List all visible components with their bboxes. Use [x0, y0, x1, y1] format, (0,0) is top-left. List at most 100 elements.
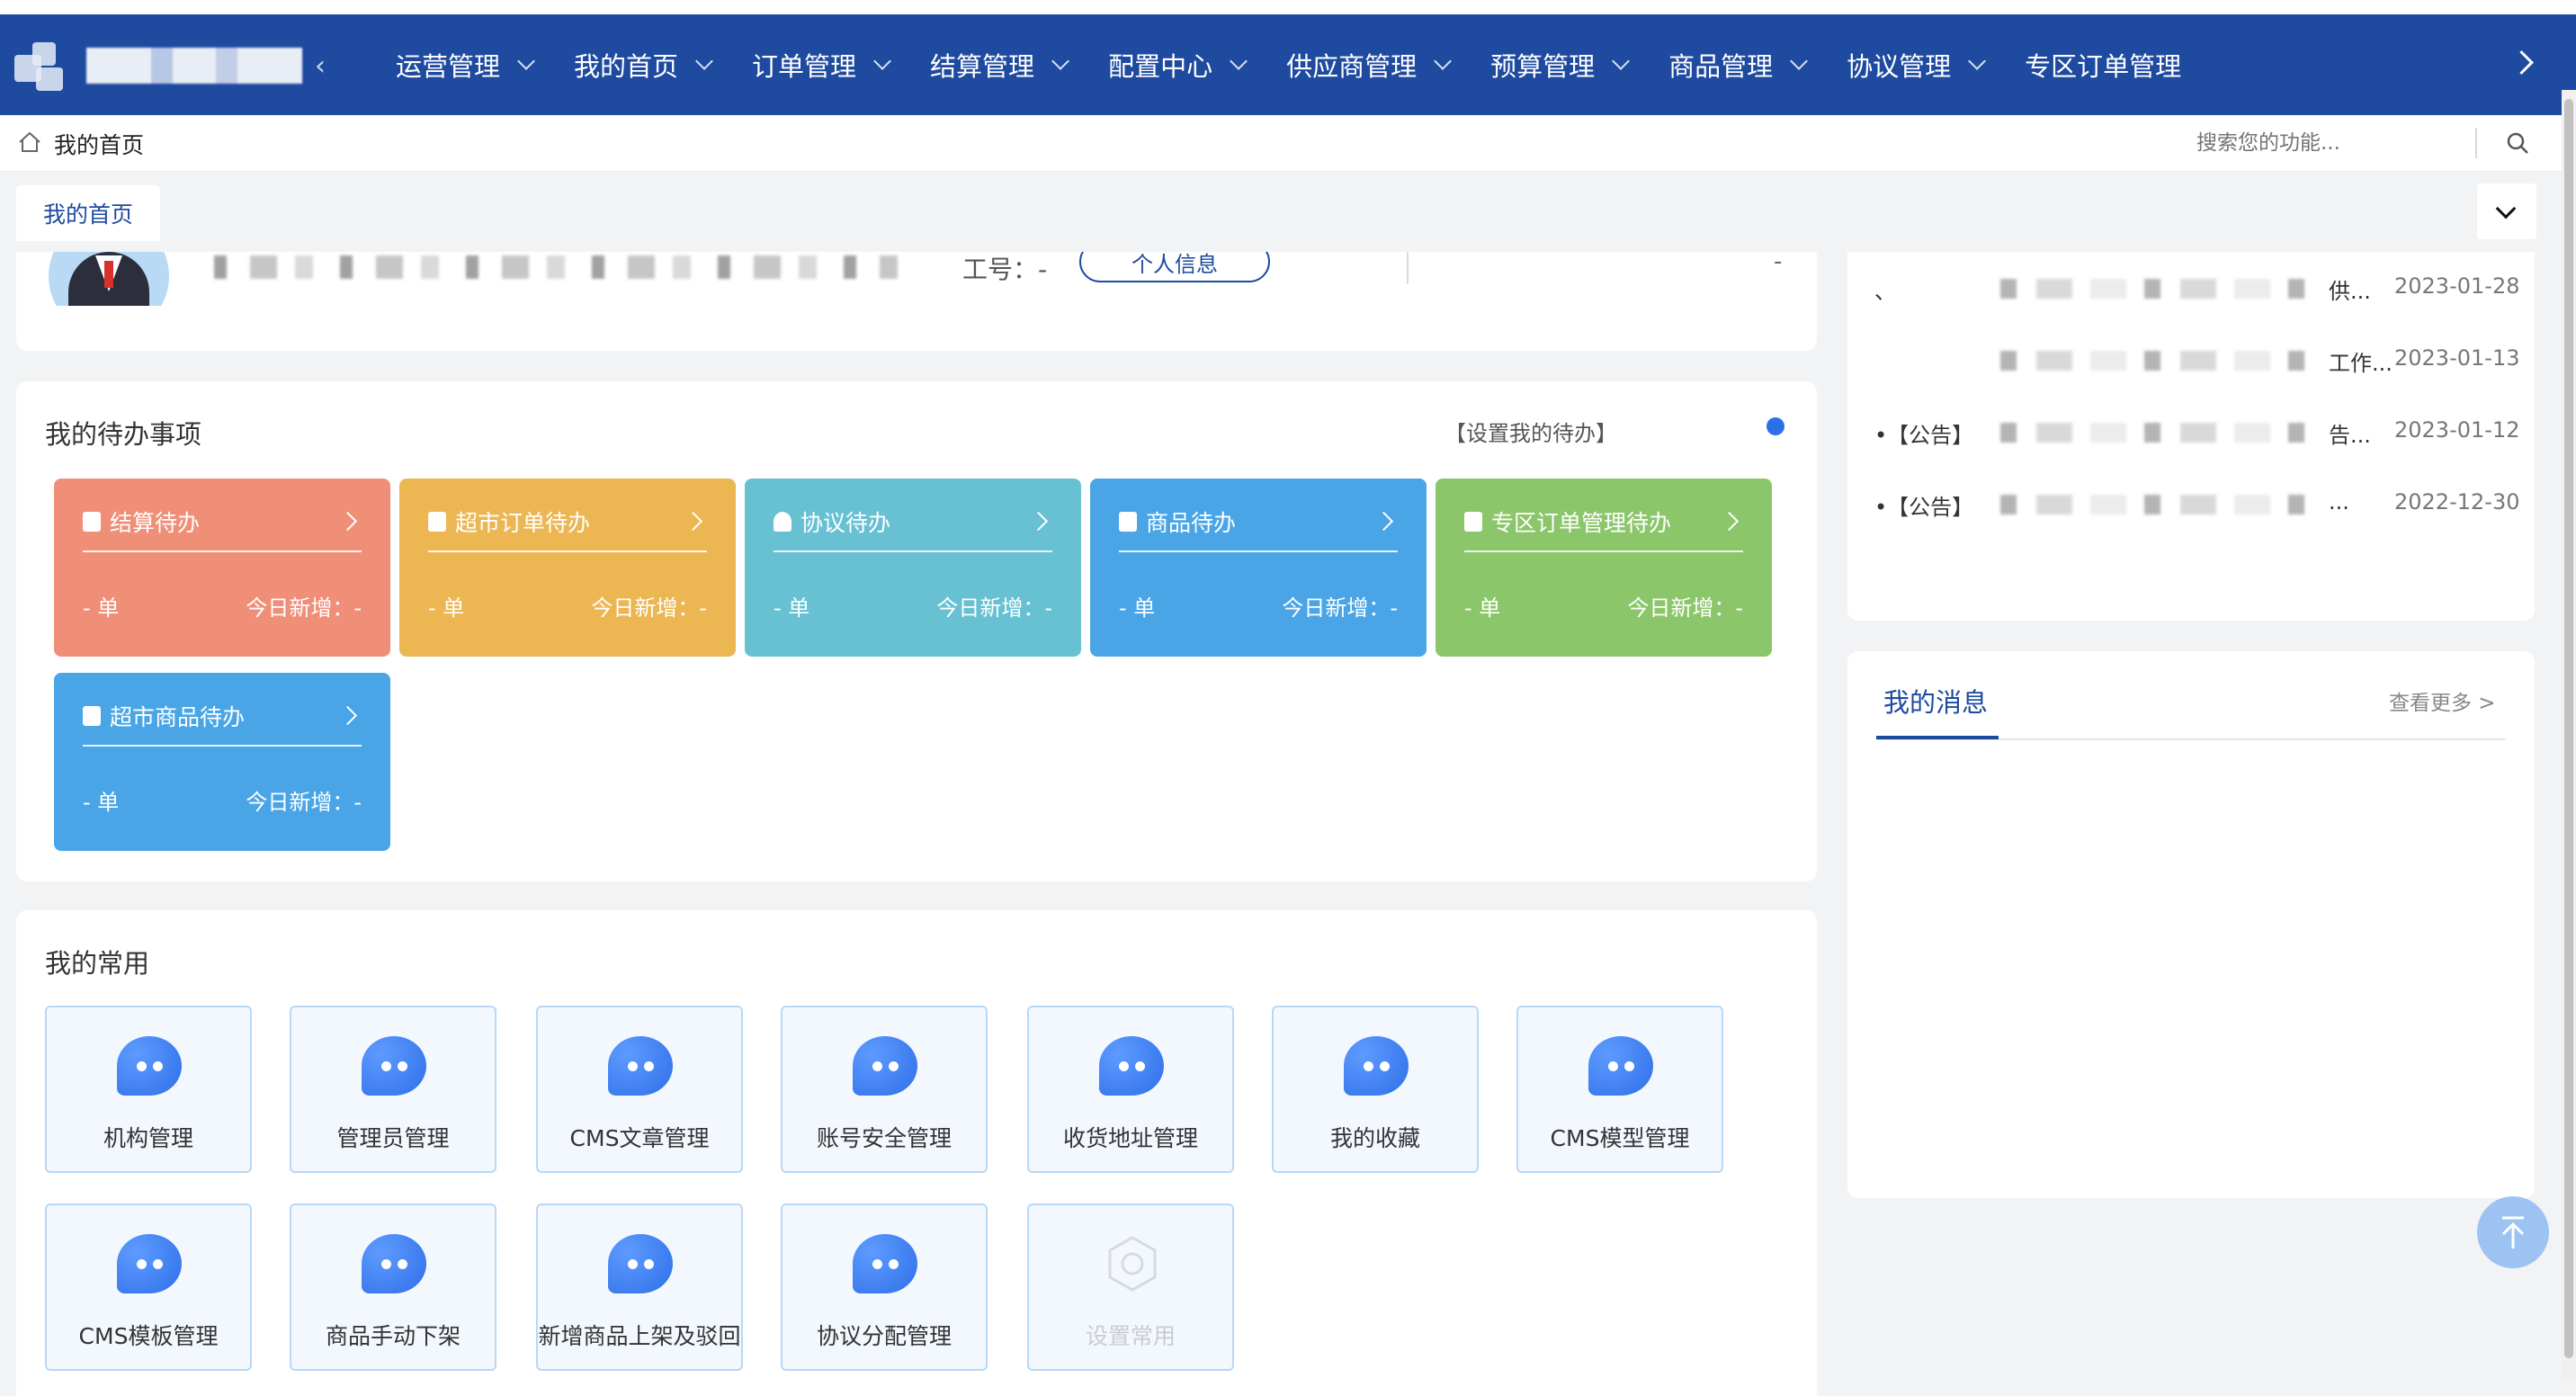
shortcut-label: 设置常用 — [1085, 1323, 1176, 1349]
breadcrumb-bar: 我的首页 — [0, 115, 2562, 172]
chat-bubble-icon — [362, 1234, 426, 1293]
home-icon[interactable] — [18, 131, 41, 153]
document-icon — [1119, 512, 1137, 532]
clipboard-icon — [83, 706, 101, 726]
tile-label: 协议待办 — [801, 510, 891, 536]
main-nav: 运营管理 我的首页 订单管理 结算管理 配置中心 供应商管理 预算管理 商品管理… — [396, 14, 2223, 115]
nav-item-home[interactable]: 我的首页 — [574, 46, 713, 84]
chat-bubble-icon — [362, 1036, 426, 1096]
chevron-right-icon — [1719, 511, 1740, 532]
nav-item-budget[interactable]: 预算管理 — [1490, 46, 1631, 84]
common-functions-card: 我的常用 机构管理 管理员管理 CMS文章管理 账号安全管理 收货地址管理 我的… — [16, 910, 1817, 1396]
shortcut-label: 账号安全管理 — [816, 1125, 952, 1151]
shortcut-label: 管理员管理 — [336, 1125, 450, 1151]
tile-count: - 单 — [428, 595, 465, 621]
function-search-input[interactable] — [2195, 124, 2468, 162]
chat-bubble-icon — [1588, 1036, 1653, 1096]
chevron-right-icon — [337, 511, 358, 532]
shortcut-cms-templates[interactable]: CMS模板管理 — [45, 1204, 252, 1371]
scrollbar-thumb[interactable] — [2564, 99, 2573, 1358]
tile-count: - 单 — [1119, 595, 1156, 621]
todo-tile-market-products[interactable]: 超市商品待办 - 单 今日新增：- — [54, 673, 390, 851]
todo-title: 我的待办事项 — [45, 419, 202, 450]
profile-card: 工号：- 个人信息 - — [16, 252, 1817, 351]
todo-tile-agreements[interactable]: 协议待办 - 单 今日新增：- — [745, 479, 1081, 657]
set-shortcuts-button[interactable]: 设置常用 — [1027, 1204, 1234, 1371]
tab-dropdown-button[interactable] — [2477, 183, 2536, 239]
shortcut-shipping-address[interactable]: 收货地址管理 — [1027, 1006, 1234, 1173]
tile-new-today: 今日新增：- — [246, 595, 362, 621]
view-more-link[interactable]: 查看更多 > — [2389, 685, 2496, 716]
nav-item-operations[interactable]: 运营管理 — [396, 46, 535, 84]
notice-item[interactable]: 、 供... 2023-01-28 — [1874, 273, 2522, 309]
shortcut-label: 协议分配管理 — [816, 1323, 952, 1349]
chevron-right-icon — [337, 705, 358, 726]
logo-mark — [13, 37, 70, 94]
tile-count: - 单 — [774, 595, 810, 621]
shortcut-label: 我的收藏 — [1329, 1125, 1420, 1151]
tile-count: - 单 — [83, 790, 120, 815]
set-todo-link[interactable]: 【设置我的待办】 — [1445, 416, 1617, 447]
nav-item-zone-orders[interactable]: 专区订单管理 — [2025, 46, 2181, 84]
chat-bubble-icon — [1099, 1036, 1164, 1096]
notice-item[interactable]: 工作... 2023-01-13 — [1874, 345, 2522, 381]
tab-my-messages[interactable]: 我的消息 — [1883, 682, 1988, 720]
notice-date: 2023-01-28 — [2394, 273, 2520, 299]
nav-item-agreements[interactable]: 协议管理 — [1847, 46, 1987, 84]
shortcut-admin-management[interactable]: 管理员管理 — [290, 1006, 496, 1173]
shortcut-org-management[interactable]: 机构管理 — [45, 1006, 252, 1173]
todo-tile-products[interactable]: 商品待办 - 单 今日新增：- — [1090, 479, 1427, 657]
chat-bubble-icon — [117, 1234, 182, 1293]
shortcut-new-product-listing[interactable]: 新增商品上架及驳回 — [536, 1204, 743, 1371]
shortcut-label: 商品手动下架 — [325, 1323, 461, 1349]
shortcut-account-security[interactable]: 账号安全管理 — [781, 1006, 988, 1173]
shortcut-label: 收货地址管理 — [1062, 1125, 1198, 1151]
tile-label: 超市商品待办 — [110, 704, 246, 730]
shortcut-favorites[interactable]: 我的收藏 — [1272, 1006, 1479, 1173]
chevron-down-icon — [695, 52, 713, 70]
common-title: 我的常用 — [45, 948, 150, 979]
scrollbar[interactable] — [2562, 90, 2576, 1378]
shortcut-cms-articles[interactable]: CMS文章管理 — [536, 1006, 743, 1173]
notice-blurred-text — [2000, 351, 2324, 371]
search-icon[interactable] — [2506, 131, 2529, 155]
notice-item[interactable]: •【公告】 ... 2022-12-30 — [1874, 489, 2522, 525]
nav-item-orders[interactable]: 订单管理 — [752, 46, 891, 84]
chevron-right-icon — [1373, 511, 1394, 532]
coins-icon — [428, 512, 446, 532]
tile-label: 商品待办 — [1146, 510, 1237, 536]
tab-home[interactable]: 我的首页 — [16, 185, 160, 241]
notice-item[interactable]: •【公告】 告... 2023-01-12 — [1874, 417, 2522, 453]
profile-blurred-text — [214, 255, 898, 279]
nav-next-arrow-icon[interactable] — [2509, 50, 2534, 75]
nav-item-suppliers[interactable]: 供应商管理 — [1286, 46, 1452, 84]
employee-number: 工号：- — [962, 255, 1048, 284]
tile-label: 结算待办 — [110, 510, 201, 536]
todo-tile-market-orders[interactable]: 超市订单待办 - 单 今日新增：- — [399, 479, 736, 657]
chevron-down-icon — [1612, 52, 1631, 70]
nav-item-settlement[interactable]: 结算管理 — [930, 46, 1069, 84]
nav-item-products[interactable]: 商品管理 — [1668, 46, 1809, 84]
chevron-down-icon — [517, 52, 535, 70]
chevron-down-icon — [873, 52, 891, 70]
shortcut-manual-delist[interactable]: 商品手动下架 — [290, 1204, 496, 1371]
shortcut-label: CMS模型管理 — [1550, 1125, 1690, 1151]
todo-tile-zone-orders[interactable]: 专区订单管理待办 - 单 今日新增：- — [1436, 479, 1772, 657]
notice-blurred-text — [2000, 495, 2324, 515]
tile-label: 专区订单管理待办 — [1491, 510, 1672, 536]
back-to-top-button[interactable] — [2477, 1196, 2549, 1268]
collapse-menu-icon[interactable]: ‹ — [315, 50, 326, 82]
settings-hexagon-icon — [1108, 1236, 1157, 1292]
browser-top-strip — [0, 0, 2576, 14]
breadcrumb-label[interactable]: 我的首页 — [54, 128, 144, 160]
todo-tile-settlement[interactable]: 结算待办 - 单 今日新增：- — [54, 479, 390, 657]
tile-count: - 单 — [1464, 595, 1501, 621]
shortcut-agreement-allocation[interactable]: 协议分配管理 — [781, 1204, 988, 1371]
nav-item-config[interactable]: 配置中心 — [1108, 46, 1248, 84]
personal-info-button[interactable]: 个人信息 — [1079, 252, 1270, 282]
todo-card: 我的待办事项 【设置我的待办】 结算待办 - 单 今日新增：- 超市订单待办 -… — [16, 381, 1817, 881]
shortcut-cms-models[interactable]: CMS模型管理 — [1516, 1006, 1723, 1173]
chat-bubble-icon — [608, 1234, 673, 1293]
logo: ‹ — [13, 34, 336, 97]
chat-bubble-icon — [608, 1036, 673, 1096]
